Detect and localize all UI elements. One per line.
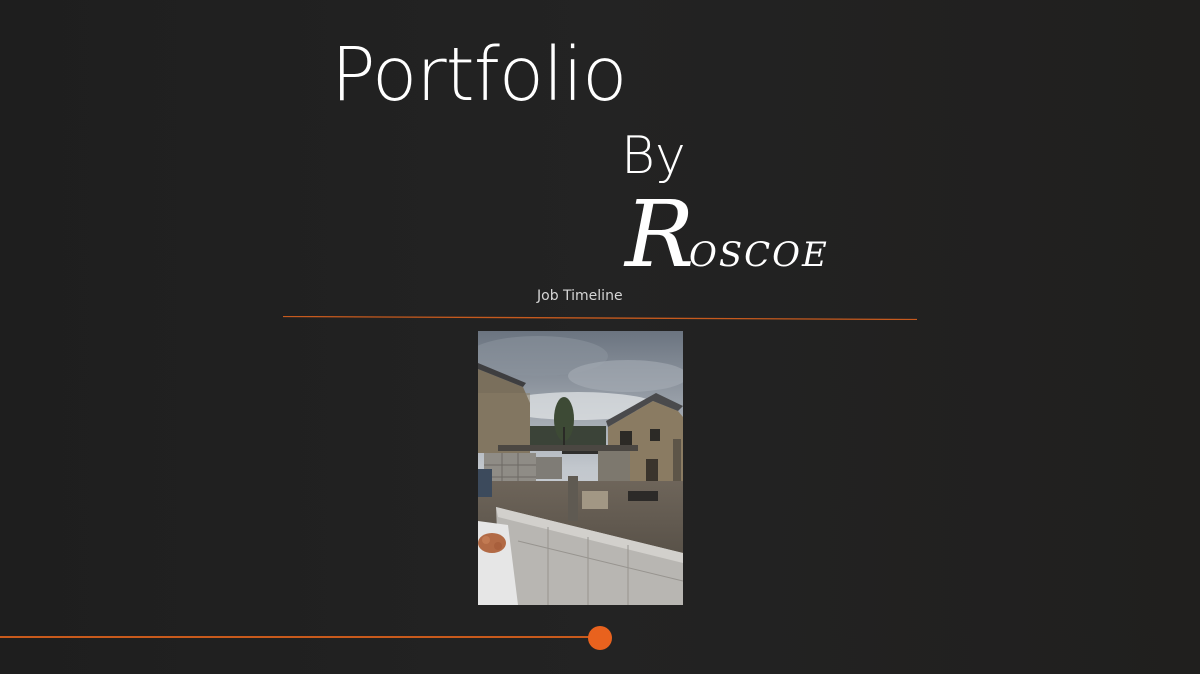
timeline-track	[0, 636, 592, 638]
signature-rest: OSCOE	[689, 235, 829, 275]
signature-initial: R	[623, 186, 694, 278]
slide-title: Portfolio	[331, 32, 627, 118]
divider-line	[283, 316, 917, 320]
roscoe-signature-logo: R OSCOE	[623, 186, 829, 278]
slide-subtitle: Job Timeline	[537, 288, 623, 304]
slide-title-by: By	[621, 126, 686, 186]
construction-site-photo	[478, 331, 683, 605]
timeline-progress-marker[interactable]	[588, 626, 612, 650]
